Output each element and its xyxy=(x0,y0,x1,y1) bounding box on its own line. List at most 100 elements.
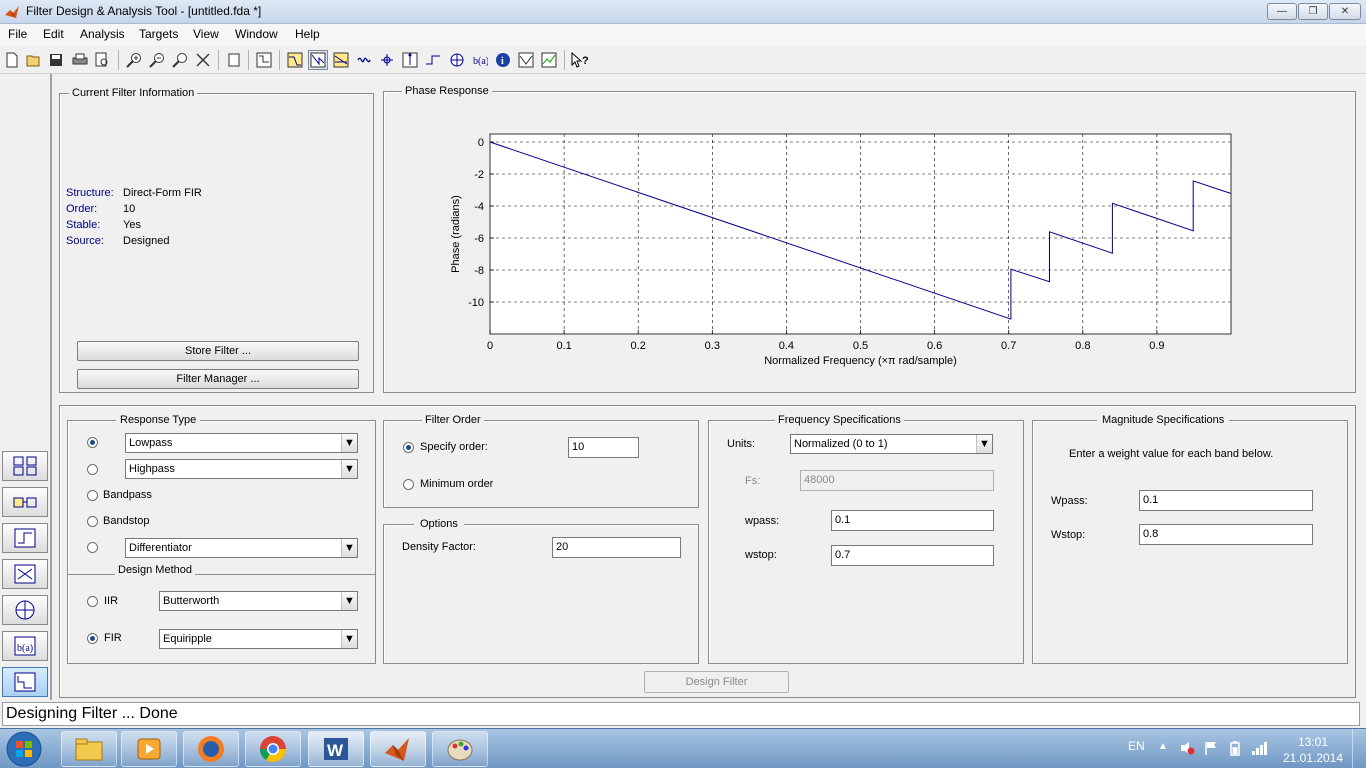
design-filter-button[interactable]: Design Filter xyxy=(644,671,789,693)
magnitude-estimate-button[interactable] xyxy=(516,50,536,70)
filter-specs-button[interactable] xyxy=(254,50,274,70)
taskbar-word[interactable]: W xyxy=(308,731,364,767)
bandpass-radio[interactable] xyxy=(87,490,98,501)
zoom-in-button[interactable] xyxy=(124,50,144,70)
highpass-radio[interactable] xyxy=(87,464,98,475)
taskbar-explorer[interactable] xyxy=(61,731,117,767)
filter-coefficients-button[interactable]: b(a) xyxy=(470,50,490,70)
taskbar-matlab[interactable] xyxy=(370,731,426,767)
show-desktop-button[interactable] xyxy=(1352,729,1366,768)
toolbar-separator xyxy=(248,50,249,70)
svg-text:b(a): b(a) xyxy=(17,643,33,654)
lowpass-select[interactable]: Lowpass ▼ xyxy=(125,433,358,453)
round-off-noise-button[interactable] xyxy=(539,50,559,70)
response-type-title: Response Type xyxy=(116,414,201,427)
open-button[interactable] xyxy=(24,50,44,70)
quantization-button[interactable]: b(a) xyxy=(2,631,48,661)
lowpass-radio[interactable] xyxy=(87,437,98,448)
design-filter-mode-button[interactable] xyxy=(2,667,48,697)
print-button[interactable] xyxy=(70,50,90,70)
wpass-weight-input[interactable]: 0.1 xyxy=(1139,490,1313,511)
taskbar-firefox[interactable] xyxy=(183,731,239,767)
realize-model-button[interactable] xyxy=(2,487,48,517)
menu-help[interactable]: Help xyxy=(295,27,320,41)
y-axis-label: Phase (radians) xyxy=(450,195,462,273)
iir-radio[interactable] xyxy=(87,596,98,607)
menu-targets[interactable]: Targets xyxy=(139,27,178,41)
close-button[interactable]: ✕ xyxy=(1329,3,1361,20)
differentiator-select[interactable]: Differentiator ▼ xyxy=(125,538,358,558)
fir-method-select[interactable]: Equiripple ▼ xyxy=(159,629,358,649)
step-response-button[interactable] xyxy=(423,50,443,70)
toolbar-separator xyxy=(279,50,280,70)
new-button[interactable] xyxy=(2,50,22,70)
multirate-design-button[interactable] xyxy=(2,595,48,625)
import-filter-button[interactable] xyxy=(2,559,48,589)
whats-this-button[interactable]: ? xyxy=(570,50,590,70)
taskbar-media-player[interactable] xyxy=(121,731,177,767)
options-title: Options xyxy=(414,518,464,531)
firefox-icon xyxy=(198,736,224,762)
save-button[interactable] xyxy=(46,50,66,70)
zoom-out-button[interactable] xyxy=(147,50,167,70)
bandstop-label: Bandstop xyxy=(103,515,150,527)
x-tick-label: 0.9 xyxy=(1149,340,1164,352)
phase-delay-button[interactable] xyxy=(377,50,397,70)
taskbar-paint[interactable] xyxy=(432,731,488,767)
zoom-x-button[interactable] xyxy=(170,50,190,70)
wstop-weight-input[interactable]: 0.8 xyxy=(1139,524,1313,545)
differentiator-radio[interactable] xyxy=(87,542,98,553)
magnitude-response-button[interactable] xyxy=(285,50,305,70)
minimum-order-radio[interactable] xyxy=(403,479,414,490)
magnitude-estimate-icon xyxy=(518,52,534,68)
phase-response-button[interactable] xyxy=(308,50,328,70)
fir-radio[interactable] xyxy=(87,633,98,644)
taskbar-chrome[interactable] xyxy=(245,731,301,767)
minimize-button[interactable]: — xyxy=(1267,3,1297,20)
new-figure-button[interactable] xyxy=(224,50,244,70)
help-cursor-icon: ? xyxy=(571,52,589,68)
bandstop-radio[interactable] xyxy=(87,516,98,527)
filter-manager-button[interactable]: Filter Manager ... xyxy=(77,369,359,389)
stable-value: Yes xyxy=(123,219,141,231)
response-type-group: Response Type Design Method Lowpass ▼ Hig… xyxy=(67,414,376,664)
pole-zero-button[interactable] xyxy=(447,50,467,70)
menu-window[interactable]: Window xyxy=(235,27,278,41)
units-select[interactable]: Normalized (0 to 1) ▼ xyxy=(790,434,993,454)
density-factor-input[interactable]: 20 xyxy=(552,537,681,558)
menu-analysis[interactable]: Analysis xyxy=(80,27,125,41)
menu-view[interactable]: View xyxy=(193,27,219,41)
wpass-freq-input[interactable]: 0.1 xyxy=(831,510,994,531)
clock-date[interactable]: 21.01.2014 xyxy=(1281,751,1345,765)
network-icon[interactable] xyxy=(1251,740,1269,759)
transform-filter-button[interactable] xyxy=(2,451,48,481)
clock-time[interactable]: 13:01 xyxy=(1285,735,1341,749)
action-center-flag-icon[interactable] xyxy=(1203,740,1219,759)
battery-icon[interactable] xyxy=(1228,740,1242,759)
full-view-button[interactable] xyxy=(193,50,213,70)
menu-edit[interactable]: Edit xyxy=(43,27,64,41)
print-preview-button[interactable] xyxy=(92,50,112,70)
tray-chevron-up-icon[interactable]: ▲ xyxy=(1158,741,1168,752)
import-icon xyxy=(14,564,36,584)
group-delay-button[interactable] xyxy=(354,50,374,70)
iir-method-select[interactable]: Butterworth ▼ xyxy=(159,591,358,611)
magnitude-phase-button[interactable] xyxy=(331,50,351,70)
filter-info-button[interactable]: i xyxy=(493,50,513,70)
store-filter-button[interactable]: Store Filter ... xyxy=(77,341,359,361)
impulse-response-button[interactable] xyxy=(400,50,420,70)
x-tick-label: 0.1 xyxy=(556,340,571,352)
menu-file[interactable]: File xyxy=(8,27,27,41)
print-icon xyxy=(72,53,88,65)
start-button[interactable] xyxy=(4,730,44,768)
pole-zero-editor-button[interactable] xyxy=(2,523,48,553)
order-input[interactable]: 10 xyxy=(568,437,639,458)
maximize-button[interactable]: ❐ xyxy=(1298,3,1328,20)
source-label: Source: xyxy=(66,235,104,247)
frequency-specs-title: Frequency Specifications xyxy=(775,414,904,427)
highpass-select[interactable]: Highpass ▼ xyxy=(125,459,358,479)
wstop-freq-input[interactable]: 0.7 xyxy=(831,545,994,566)
volume-muted-icon[interactable] xyxy=(1179,740,1195,759)
language-indicator[interactable]: EN xyxy=(1128,739,1145,753)
specify-order-radio[interactable] xyxy=(403,442,414,453)
